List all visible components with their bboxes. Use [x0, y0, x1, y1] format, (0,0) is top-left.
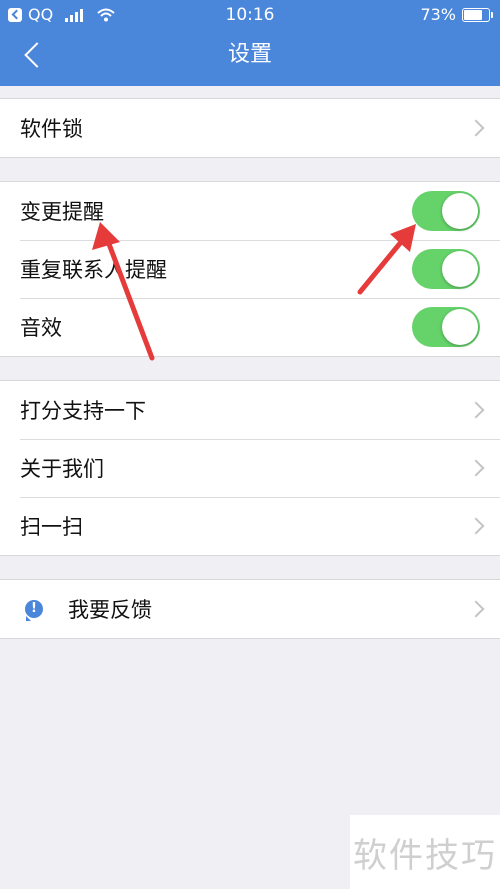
settings-item-label: 软件锁: [20, 117, 83, 141]
chevron-right-icon: [467, 600, 485, 618]
settings-item-duplicate-contact-reminder: 重复联系人提醒: [0, 240, 500, 298]
page-title: 设置: [227, 42, 272, 67]
settings-item-scan[interactable]: 扫一扫: [0, 497, 500, 555]
settings-item-label: 我要反馈: [68, 598, 152, 622]
duplicate-contact-toggle[interactable]: [412, 249, 480, 289]
change-reminder-toggle[interactable]: [412, 191, 480, 231]
status-bar: QQ 10:16 73%: [0, 0, 500, 30]
chevron-right-icon: [467, 401, 485, 419]
misc-group: 打分支持一下 关于我们 扫一扫: [0, 380, 500, 556]
feedback-icon: !: [25, 600, 43, 621]
feedback-group: ! 我要反馈: [0, 579, 500, 639]
chevron-right-icon: [467, 119, 485, 137]
settings-item-about-us[interactable]: 关于我们: [0, 439, 500, 497]
settings-item-label: 变更提醒: [20, 200, 104, 224]
chevron-right-icon: [467, 517, 485, 535]
settings-item-rate[interactable]: 打分支持一下: [0, 381, 500, 439]
settings-item-label: 打分支持一下: [20, 399, 146, 423]
settings-item-label: 重复联系人提醒: [20, 258, 167, 282]
settings-item-label: 扫一扫: [20, 515, 83, 539]
settings-item-label: 音效: [20, 316, 62, 340]
status-right: 73%: [420, 0, 493, 30]
settings-item-sound-effects: 音效: [0, 298, 500, 356]
notification-group: 变更提醒 重复联系人提醒 音效: [0, 181, 500, 357]
watermark: 软件技巧: [350, 815, 500, 889]
lock-group: 软件锁: [0, 98, 500, 158]
settings-item-feedback[interactable]: ! 我要反馈: [0, 580, 500, 638]
battery-percent: 73%: [420, 5, 456, 24]
sound-effects-toggle[interactable]: [412, 307, 480, 347]
top-bar: QQ 10:16 73% 设置: [0, 0, 500, 86]
settings-item-software-lock[interactable]: 软件锁: [0, 99, 500, 157]
settings-item-change-reminder: 变更提醒: [0, 182, 500, 240]
settings-item-label: 关于我们: [20, 457, 104, 481]
battery-icon: [462, 8, 493, 22]
chevron-right-icon: [467, 459, 485, 477]
